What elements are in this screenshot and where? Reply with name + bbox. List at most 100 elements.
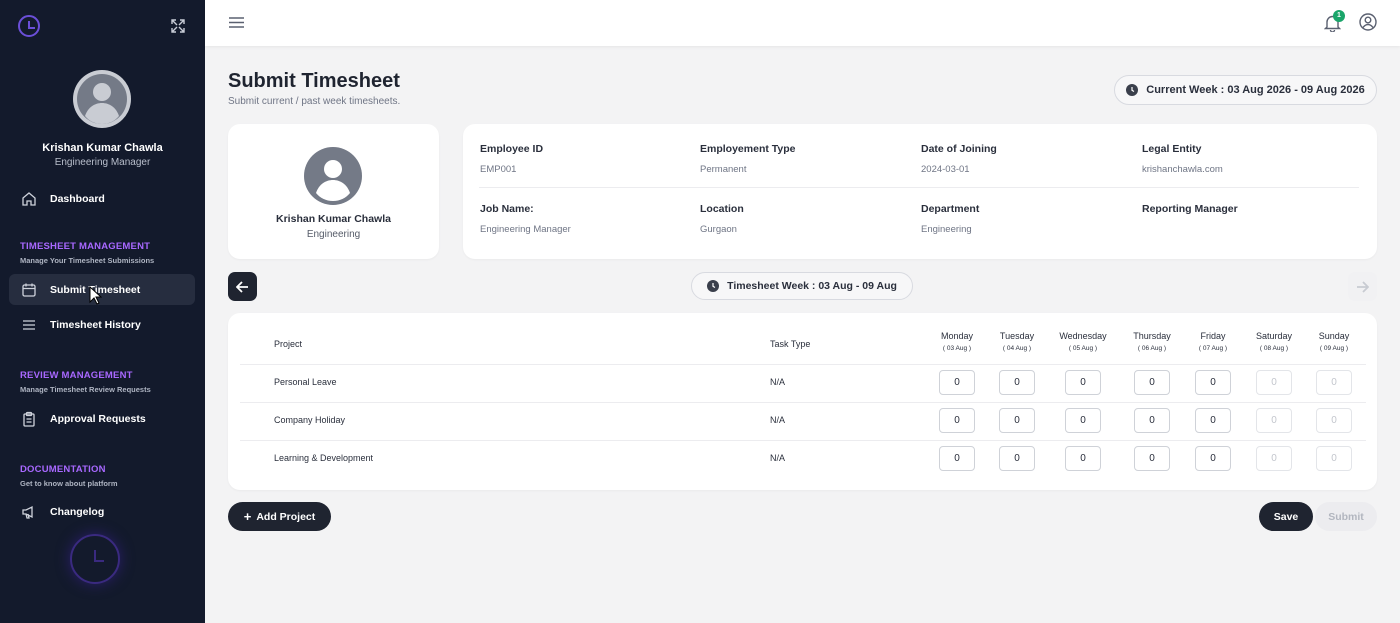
- hamburger-menu-icon[interactable]: [229, 16, 244, 29]
- app-logo[interactable]: [18, 15, 40, 37]
- project-cell: Personal Leave: [274, 377, 337, 387]
- hours-input: 0: [1256, 446, 1292, 471]
- row-divider: [240, 440, 1366, 441]
- sidebar: Krishan Kumar Chawla Engineering Manager…: [0, 0, 205, 623]
- day-date: ( 08 Aug ): [1259, 345, 1289, 352]
- arrow-right-icon: [1357, 280, 1369, 293]
- day-name: Friday: [1200, 331, 1226, 341]
- sidebar-item-dashboard[interactable]: Dashboard: [9, 183, 195, 214]
- day-date: ( 04 Aug ): [1002, 345, 1032, 352]
- column-header-day: Monday ( 03 Aug ): [927, 331, 987, 352]
- sidebar-item-label: Approval Requests: [50, 412, 146, 425]
- add-project-label: Add Project: [256, 510, 316, 523]
- employee-department: Engineering: [306, 229, 361, 240]
- day-name: Sunday: [1318, 331, 1350, 341]
- clipboard-icon: [23, 411, 35, 427]
- project-cell: Company Holiday: [274, 415, 346, 425]
- megaphone-icon: [22, 505, 33, 519]
- sidebar-user-name: Krishan Kumar Chawla: [42, 142, 163, 154]
- hours-input[interactable]: 0: [939, 408, 975, 433]
- reporting-manager-label: Reporting Manager: [1142, 203, 1238, 215]
- hours-input[interactable]: 0: [999, 446, 1035, 471]
- day-date: ( 09 Aug ): [1319, 345, 1349, 352]
- job-name-label: Job Name:: [480, 203, 534, 215]
- hours-input[interactable]: 0: [1195, 370, 1231, 395]
- sidebar-item-changelog[interactable]: Changelog: [9, 496, 195, 527]
- clock-icon: [1126, 84, 1139, 96]
- hours-input: 0: [1316, 408, 1352, 433]
- hours-input[interactable]: 0: [1065, 446, 1101, 471]
- date-of-joining-label: Date of Joining: [921, 143, 997, 155]
- profile-icon[interactable]: [1359, 13, 1377, 31]
- timesheet-table: Project Task Type Monday ( 03 Aug ) Tuesda…: [228, 313, 1377, 490]
- employee-profile-card: Krishan Kumar Chawla Engineering: [228, 124, 439, 259]
- expand-icon[interactable]: [170, 18, 186, 34]
- timesheet-week-label: Timesheet Week : 03 Aug - 09 Aug: [727, 280, 897, 292]
- employee-info-card: Employee ID EMP001 Employement Type Perm…: [463, 124, 1377, 259]
- hours-input[interactable]: 0: [1065, 370, 1101, 395]
- page-title: Submit Timesheet: [228, 70, 400, 92]
- section-subtitle-documentation: Get to know about platform: [20, 479, 118, 488]
- row-divider: [240, 402, 1366, 403]
- employee-id-value: EMP001: [480, 164, 517, 175]
- sidebar-item-submit-timesheet[interactable]: Submit Timesheet: [9, 274, 195, 305]
- employment-type-value: Permanent: [700, 164, 747, 175]
- previous-week-button[interactable]: [228, 272, 257, 301]
- column-header-day: Thursday ( 06 Aug ): [1122, 331, 1182, 352]
- job-name-value: Engineering Manager: [480, 224, 571, 235]
- task-type-cell: N/A: [770, 415, 786, 425]
- sidebar-user-role: Engineering Manager: [54, 157, 151, 168]
- location-label: Location: [700, 203, 744, 215]
- submit-button[interactable]: Submit: [1315, 502, 1377, 531]
- section-subtitle-review: Manage Timesheet Review Requests: [20, 385, 151, 394]
- hours-input[interactable]: 0: [1134, 408, 1170, 433]
- divider: [479, 187, 1359, 188]
- column-header-day: Saturday ( 08 Aug ): [1244, 331, 1304, 352]
- location-value: Gurgaon: [700, 224, 737, 235]
- employee-name: Krishan Kumar Chawla: [276, 213, 391, 225]
- hours-input[interactable]: 0: [1195, 446, 1231, 471]
- column-header-day: Tuesday ( 04 Aug ): [987, 331, 1047, 352]
- column-header-day: Sunday ( 09 Aug ): [1304, 331, 1364, 352]
- arrow-left-icon: [236, 280, 248, 293]
- department-value: Engineering: [921, 224, 972, 235]
- hours-input: 0: [1256, 408, 1292, 433]
- next-week-button[interactable]: [1348, 272, 1377, 301]
- employee-id-label: Employee ID: [480, 143, 544, 155]
- clock-icon: [707, 280, 720, 292]
- section-title-timesheet: TIMESHEET MANAGEMENT: [20, 241, 151, 252]
- section-title-documentation: DOCUMENTATION: [20, 464, 106, 475]
- save-button[interactable]: Save: [1259, 502, 1313, 531]
- column-header-day: Wednesday ( 05 Aug ): [1053, 331, 1113, 352]
- hours-input[interactable]: 0: [939, 446, 975, 471]
- day-date: ( 06 Aug ): [1137, 345, 1167, 352]
- hours-input: 0: [1316, 446, 1352, 471]
- day-name: Monday: [940, 331, 974, 341]
- user-avatar[interactable]: [73, 70, 131, 128]
- day-name: Wednesday: [1059, 331, 1107, 341]
- column-header-project: Project: [274, 339, 303, 349]
- hours-input[interactable]: 0: [1195, 408, 1231, 433]
- hours-input[interactable]: 0: [1134, 370, 1170, 395]
- hours-input[interactable]: 0: [999, 408, 1035, 433]
- day-date: ( 07 Aug ): [1198, 345, 1228, 352]
- project-cell: Learning & Development: [274, 453, 374, 463]
- day-name: Tuesday: [999, 331, 1035, 341]
- sidebar-item-timesheet-history[interactable]: Timesheet History: [9, 309, 195, 340]
- employment-type-label: Employement Type: [700, 143, 796, 155]
- page-subtitle: Submit current / past week timesheets.: [228, 96, 401, 107]
- current-week-badge: Current Week : 03 Aug 2026 - 09 Aug 2026: [1114, 75, 1377, 105]
- add-project-button[interactable]: + Add Project: [228, 502, 331, 531]
- hours-input[interactable]: 0: [939, 370, 975, 395]
- section-title-review: REVIEW MANAGEMENT: [20, 370, 133, 381]
- employee-avatar: [304, 147, 362, 205]
- hours-input[interactable]: 0: [1134, 446, 1170, 471]
- hours-input[interactable]: 0: [1065, 408, 1101, 433]
- hours-input[interactable]: 0: [999, 370, 1035, 395]
- mouse-cursor-icon: [89, 286, 102, 305]
- sidebar-item-label: Timesheet History: [50, 318, 141, 331]
- sidebar-item-approval-requests[interactable]: Approval Requests: [9, 403, 195, 434]
- day-date: ( 03 Aug ): [942, 345, 972, 352]
- section-subtitle-timesheet: Manage Your Timesheet Submissions: [20, 256, 155, 265]
- day-date: ( 05 Aug ): [1068, 345, 1098, 352]
